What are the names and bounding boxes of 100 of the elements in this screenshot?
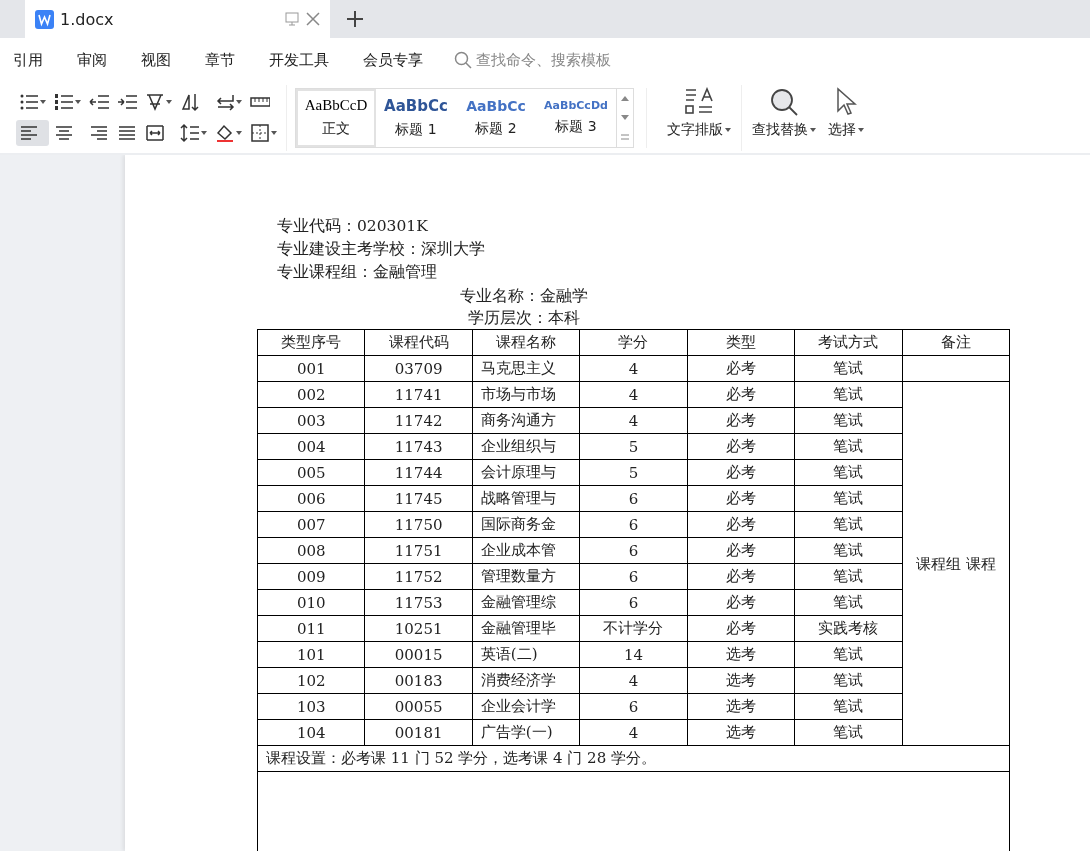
table-cell: 企业会计学: [472, 693, 580, 720]
table-cell: 11753: [364, 589, 473, 616]
table-cell: 11751: [364, 537, 473, 564]
table-cell: 11743: [364, 433, 473, 460]
table-cell: 14: [579, 641, 688, 668]
table-cell: 5: [579, 459, 688, 486]
column-header: 备注: [902, 329, 1010, 356]
table-cell: 选考: [687, 693, 795, 720]
table-cell: 4: [579, 407, 688, 434]
bullet-list-icon: [19, 92, 39, 112]
table-cell: 必考: [687, 563, 795, 590]
table-cell: 金融管理综: [472, 589, 580, 616]
table-cell: 必考: [687, 537, 795, 564]
table-cell: 104: [257, 719, 365, 746]
table-cell: 选考: [687, 641, 795, 668]
table-cell: 6: [579, 589, 688, 616]
table-cell: 005: [257, 459, 365, 486]
borders-icon: [250, 123, 270, 143]
distributed-align-icon: [145, 123, 165, 143]
table-cell: 00015: [364, 641, 473, 668]
scroll-up-icon[interactable]: [621, 95, 629, 101]
justify-icon: [117, 123, 137, 143]
menu-tab[interactable]: 审阅: [60, 50, 124, 70]
document-icon: [35, 9, 54, 29]
style-preset[interactable]: AaBbCc 标题 1: [376, 88, 456, 147]
caret-icon: [271, 131, 277, 135]
style-preset[interactable]: AaBbCcDd 标题 3: [536, 88, 616, 147]
table-cell: 必考: [687, 589, 795, 616]
line-spacing-icon: [180, 123, 200, 143]
table-cell: 必考: [687, 407, 795, 434]
text-layout-button[interactable]: 文字排版: [661, 84, 737, 141]
find-button[interactable]: 查找替换: [746, 84, 822, 141]
menu-tab[interactable]: 会员专享: [346, 50, 440, 70]
table-cell: 002: [257, 381, 365, 408]
column-header: 考试方式: [794, 329, 903, 356]
document-tab[interactable]: 1.docx: [25, 0, 330, 38]
caret-icon: [40, 100, 46, 104]
column-header: 课程名称: [472, 329, 580, 356]
menu-tab[interactable]: 视图: [124, 50, 188, 70]
align-left-icon: [19, 123, 39, 143]
table-cell: 001: [257, 355, 365, 382]
table-cell: 11744: [364, 459, 473, 486]
table-cell: 选考: [687, 667, 795, 694]
table-cell: 不计学分: [579, 615, 688, 642]
menu-tab[interactable]: 引用: [0, 50, 60, 70]
menu-tab[interactable]: 章节: [188, 50, 252, 70]
caret-icon: [858, 127, 864, 132]
caret-icon: [236, 100, 242, 104]
scroll-down-icon[interactable]: [621, 114, 629, 120]
align-right-icon: [89, 123, 109, 143]
table-cell: 战略管理与: [472, 485, 580, 512]
table-cell: 6: [579, 563, 688, 590]
table-cell: 011: [257, 615, 365, 642]
table-cell: 007: [257, 511, 365, 538]
search-field[interactable]: 查找命令、搜索模板: [454, 50, 611, 70]
table-cell: 消费经济学: [472, 667, 580, 694]
table-cell: 广告学(一): [472, 719, 580, 746]
table-cell: 101: [257, 641, 365, 668]
table-cell: 国际商务金: [472, 511, 580, 538]
numbered-list-icon: [54, 92, 74, 112]
table-cell: 马克思主义: [472, 355, 580, 382]
table-cell: 11742: [364, 407, 473, 434]
table-cell: 笔试: [794, 355, 903, 382]
table-cell: 金融管理毕: [472, 615, 580, 642]
table-cell: 必考: [687, 485, 795, 512]
style-preset[interactable]: AaBbCcD 正文: [296, 88, 376, 147]
indent-icon: [117, 92, 137, 112]
table-cell: 6: [579, 537, 688, 564]
table-cell: 103: [257, 693, 365, 720]
table-cell: 11750: [364, 511, 473, 538]
caret-icon: [236, 131, 242, 135]
search-icon: [454, 51, 472, 69]
column-header: 学分: [579, 329, 688, 356]
text-layout-icon: [684, 86, 714, 115]
table-cell: 必考: [687, 381, 795, 408]
line-break-icon: [215, 92, 235, 112]
style-preset[interactable]: AaBbCc 标题 2: [456, 88, 536, 147]
table-cell: 11752: [364, 563, 473, 590]
menu-tab[interactable]: 开发工具: [252, 50, 346, 70]
table-cell: 商务沟通方: [472, 407, 580, 434]
caret-icon: [166, 100, 172, 104]
align-left-button[interactable]: [16, 120, 49, 146]
select-button[interactable]: 选择: [822, 84, 870, 141]
caret-icon: [201, 131, 207, 135]
align-center-icon: [54, 123, 74, 143]
table-cell: 管理数量方: [472, 563, 580, 590]
caret-icon: [75, 100, 81, 104]
table-cell: 00181: [364, 719, 473, 746]
table-cell: 企业成本管: [472, 537, 580, 564]
table-cell: 5: [579, 433, 688, 460]
new-tab-icon[interactable]: [347, 11, 363, 27]
column-header: 类型: [687, 329, 795, 356]
table-cell: 008: [257, 537, 365, 564]
table-cell: 必考: [687, 511, 795, 538]
table-cell: 市场与市场: [472, 381, 580, 408]
caret-icon: [810, 127, 816, 132]
close-icon[interactable]: [306, 12, 320, 26]
outdent-icon: [89, 92, 109, 112]
table-cell: 必考: [687, 355, 795, 382]
table-cell: 4: [579, 355, 688, 382]
